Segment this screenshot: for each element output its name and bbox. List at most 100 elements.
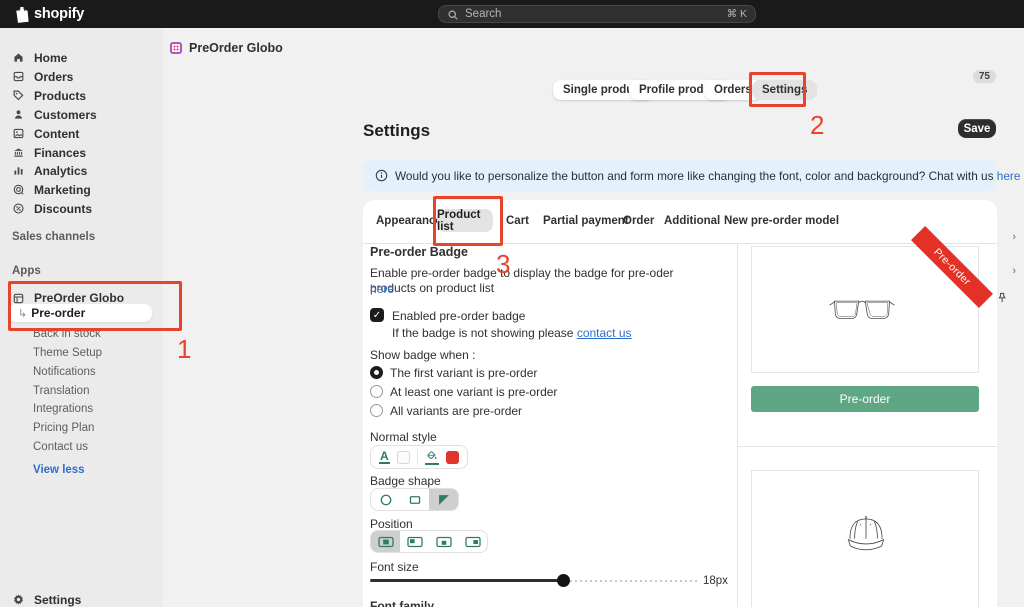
sidebar-item-theme-setup[interactable]: Theme Setup [33, 345, 102, 361]
home-icon [12, 51, 25, 64]
preview-product-glasses: Pre-order [751, 246, 979, 373]
sidebar-item-contact-us[interactable]: Contact us [33, 439, 88, 455]
position-option-1-selected[interactable] [371, 531, 400, 552]
shape-rectangle-option[interactable] [400, 489, 429, 510]
sidebar-item-content[interactable]: Content [12, 124, 1020, 143]
slider-fill [370, 579, 563, 582]
search-icon [447, 8, 459, 20]
description-here-link[interactable]: here [370, 282, 394, 296]
orders-count-badge: 75 [973, 70, 996, 83]
font-family-label: Font family [370, 599, 434, 607]
fill-color-icon[interactable] [425, 449, 439, 465]
divider [417, 449, 418, 465]
bar-chart-icon [12, 164, 25, 177]
shape-triangle-option-selected[interactable] [429, 489, 458, 510]
radio-first-variant[interactable] [370, 366, 383, 379]
sub-arrow-icon: ↳ [18, 307, 27, 320]
page-title: Settings [363, 121, 430, 141]
badge-shape-control [370, 488, 459, 511]
shape-circle-option[interactable] [371, 489, 400, 510]
settings-card: Appearance Product list Cart Partial pay… [363, 200, 997, 607]
pin-icon[interactable] [997, 292, 1010, 304]
tab-cart[interactable]: Cart [506, 215, 529, 227]
sidebar-item-customers[interactable]: Customers [12, 105, 1020, 124]
glasses-drawing [828, 296, 896, 324]
info-icon [375, 169, 388, 182]
app-grid-icon [12, 292, 25, 305]
image-icon [12, 127, 25, 140]
sidebar-item-orders[interactable]: Orders 75 [12, 67, 1020, 86]
text-color-icon[interactable]: A [379, 451, 390, 464]
enabled-badge-checkbox[interactable]: ✓ [370, 308, 384, 322]
position-control [370, 530, 488, 553]
search-shortcut: ⌘ K [727, 8, 747, 20]
contact-us-link[interactable]: contact us [577, 326, 632, 340]
badge-shape-label: Badge shape [370, 474, 441, 488]
preview-preorder-button: Pre-order [751, 386, 979, 412]
font-size-value: 18px [703, 575, 728, 587]
normal-style-control: A [370, 445, 468, 469]
normal-style-label: Normal style [370, 430, 437, 444]
cap-drawing [843, 513, 889, 557]
tab-additional[interactable]: Additional [664, 215, 720, 227]
font-size-slider[interactable] [370, 572, 700, 588]
sidebar-item-back-in-stock[interactable]: Back in stock [33, 326, 101, 342]
search-input[interactable]: Search ⌘ K [438, 5, 756, 23]
radio-all-variants[interactable] [370, 404, 383, 417]
radio-at-least-one-variant[interactable] [370, 385, 383, 398]
position-option-4[interactable] [458, 531, 487, 552]
banner-text: Would you like to personalize the button… [395, 169, 994, 183]
preview-product-cap [751, 470, 979, 607]
breadcrumb: PreOrder Globo [170, 41, 283, 55]
preorder-globo-app-icon [170, 42, 182, 54]
discount-icon [12, 202, 25, 215]
sidebar-item-notifications[interactable]: Notifications [33, 364, 96, 380]
position-label: Position [370, 517, 413, 531]
annotation-number-2: 2 [810, 110, 824, 141]
radio-at-least-one-label[interactable]: At least one variant is pre-order [390, 385, 557, 399]
sidebar-item-products[interactable]: Products [12, 86, 1020, 105]
checkbox-help: If the badge is not showing please conta… [392, 326, 632, 340]
radio-all-variants-label[interactable]: All variants are pre-order [390, 404, 522, 418]
radio-first-variant-label[interactable]: The first variant is pre-order [390, 366, 537, 380]
chevron-right-icon: › [1012, 265, 1016, 277]
sidebar-item-pre-order-selected[interactable]: ↳ Pre-order [8, 304, 152, 322]
save-button[interactable]: Save [958, 119, 996, 138]
sidebar-item-home[interactable]: Home [12, 48, 1020, 67]
tab-appearance[interactable]: Appearance [376, 215, 442, 227]
sidebar-item-translation[interactable]: Translation [33, 383, 89, 399]
tab-order[interactable]: Order [623, 215, 654, 227]
tab-settings[interactable]: Settings [752, 80, 817, 100]
banner-here-link[interactable]: here [997, 169, 1021, 183]
top-bar: shopify Search ⌘ K [0, 0, 1024, 28]
view-less-link[interactable]: View less [33, 462, 85, 478]
slider-track-remainder [570, 580, 698, 582]
shopify-bag-icon [14, 6, 29, 23]
sidebar-item-pricing-plan[interactable]: Pricing Plan [33, 420, 94, 436]
text-color-swatch[interactable] [397, 451, 410, 464]
position-option-3[interactable] [429, 531, 458, 552]
section-title: Pre-order Badge [370, 245, 468, 259]
orders-icon [12, 70, 25, 83]
page-app-title: PreOrder Globo [189, 41, 283, 55]
shopify-wordmark: shopify [34, 6, 84, 22]
position-option-2[interactable] [400, 531, 429, 552]
annotation-number-1: 1 [177, 334, 191, 365]
annotation-number-3: 3 [496, 249, 510, 280]
sidebar-item-integrations[interactable]: Integrations [33, 401, 93, 417]
tab-partial-payment[interactable]: Partial payment [543, 215, 629, 227]
tag-icon [12, 89, 25, 102]
bank-icon [12, 146, 25, 159]
target-icon [12, 183, 25, 196]
slider-thumb[interactable] [557, 574, 570, 587]
section-description: Enable pre-order badge to display the ba… [370, 266, 722, 296]
search-placeholder: Search [465, 8, 727, 20]
person-icon [12, 108, 25, 121]
shopify-logo: shopify [14, 0, 84, 28]
tab-product-list-active[interactable]: Product list [437, 209, 493, 232]
checkbox-label[interactable]: Enabled pre-order badge [392, 309, 525, 323]
app-window: shopify Search ⌘ K Home Orders 75 Produc… [0, 0, 1024, 607]
tab-new-pre-order-model[interactable]: New pre-order model [724, 215, 839, 227]
chevron-right-icon: › [1012, 231, 1016, 243]
fill-color-swatch[interactable] [446, 451, 459, 464]
